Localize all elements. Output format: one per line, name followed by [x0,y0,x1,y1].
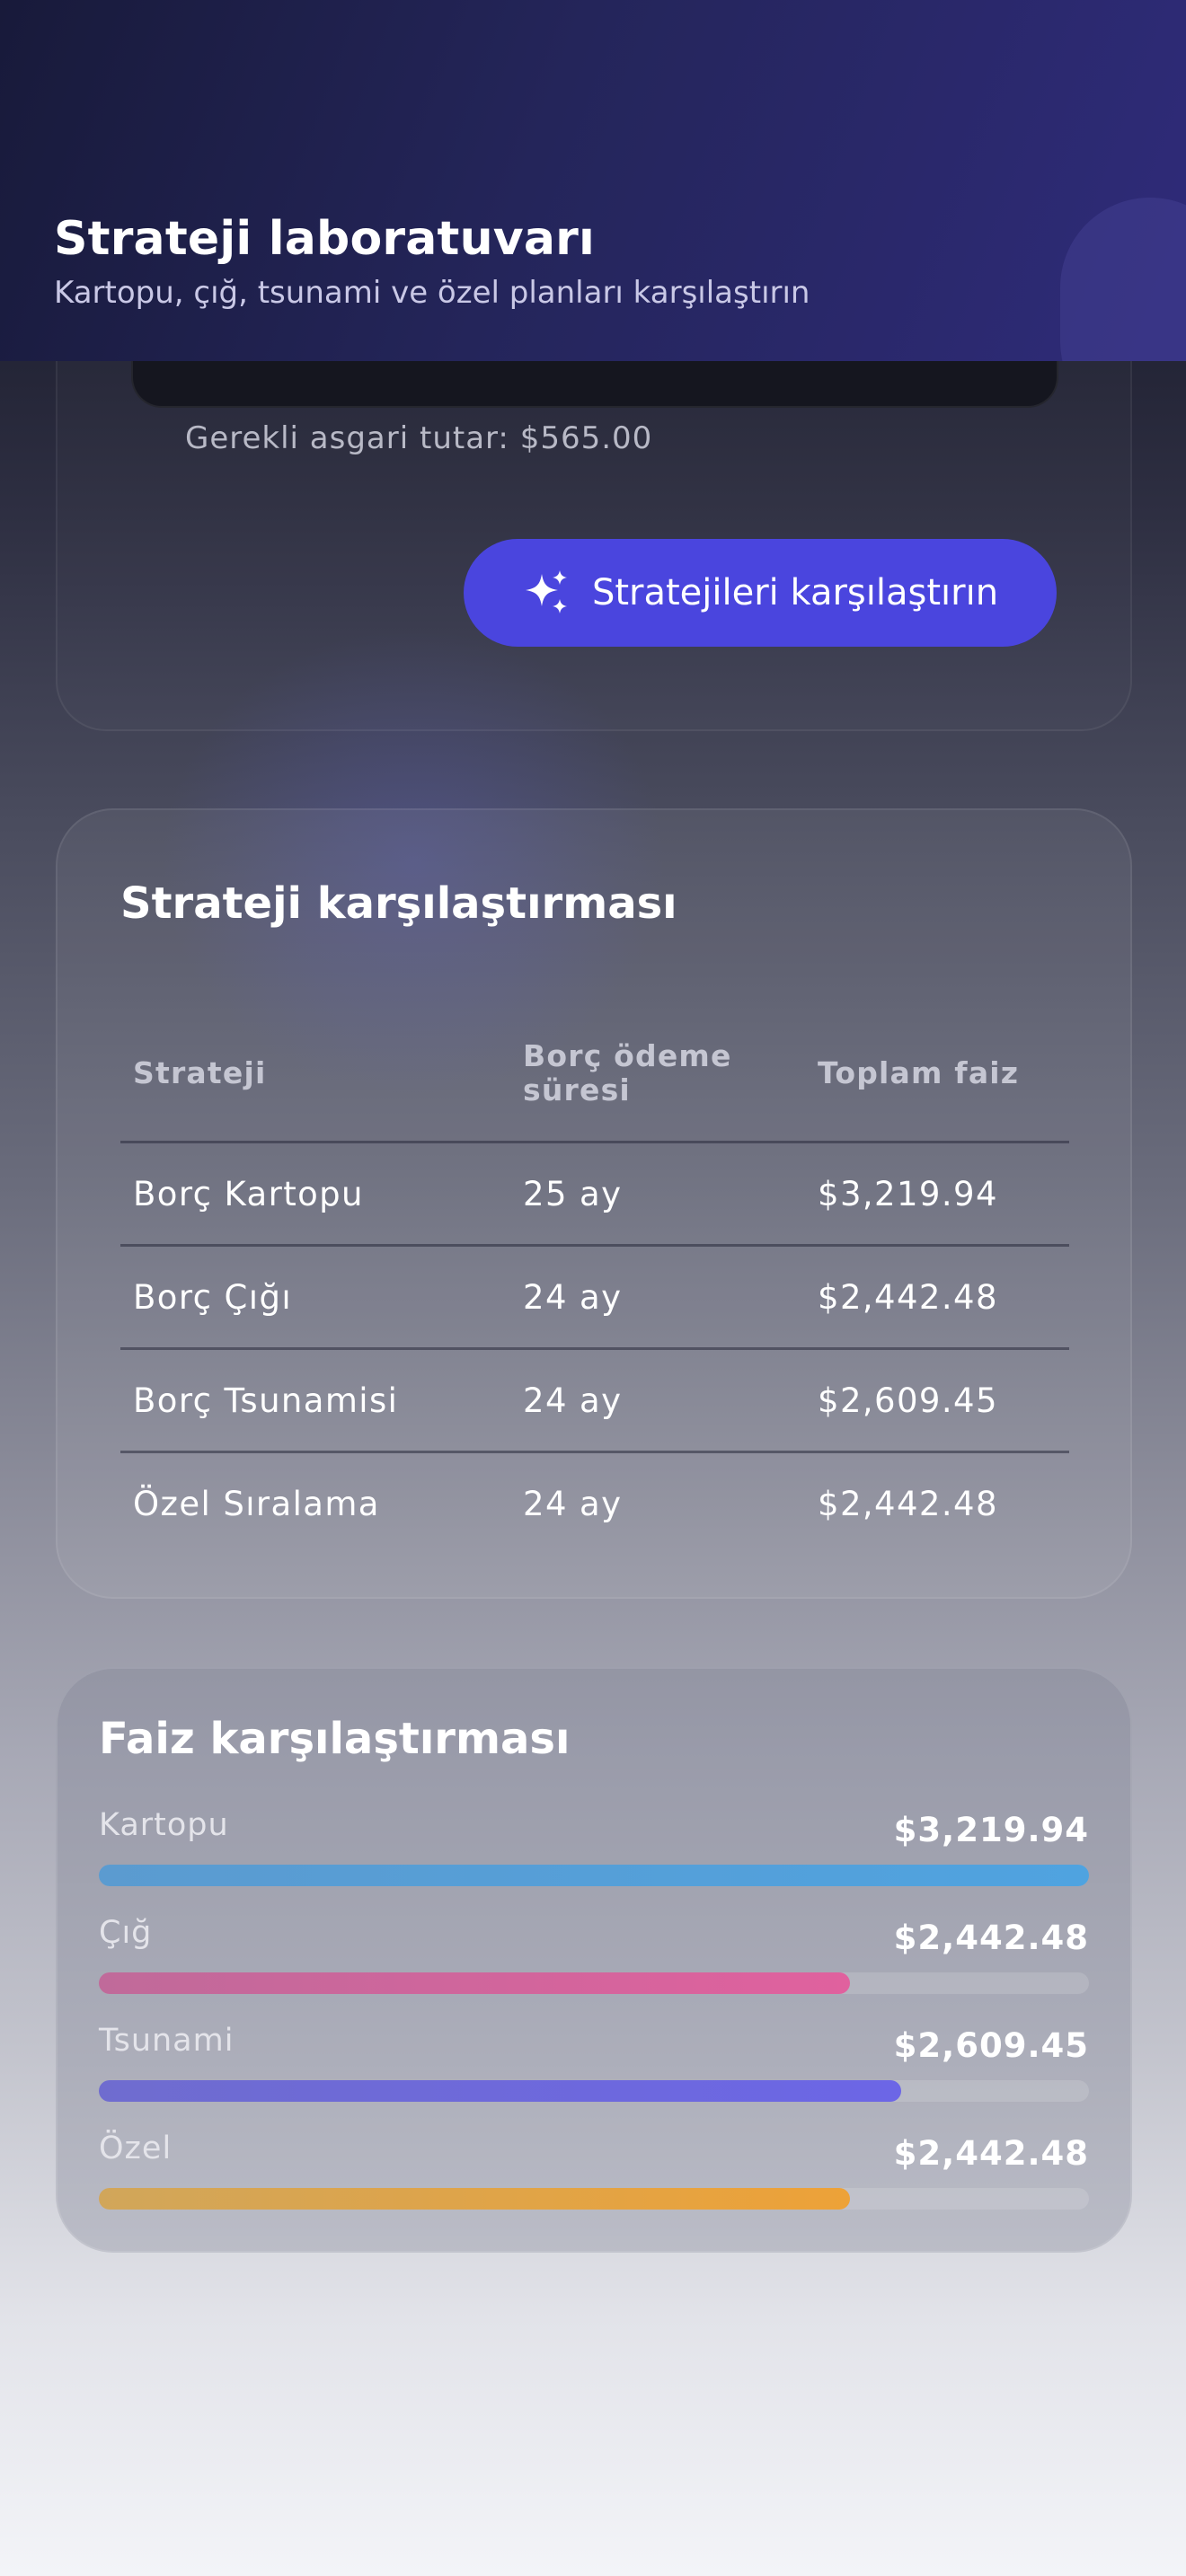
interest-bar-amount: $2,442.48 [893,1919,1089,1957]
interest-bar-row-avalanche: Çığ $2,442.48 [99,1915,1089,2005]
interest-bar-track [99,1865,1089,1886]
column-header-strategy: Strateji [120,1006,510,1143]
strategy-name-cell: Borç Kartopu [120,1142,510,1247]
interest-bar-label: Kartopu [99,1807,229,1843]
interest-bar-track [99,1972,1089,1994]
strategy-comparison-card: Strateji karşılaştırması Strateji Borç ö… [56,808,1132,1599]
payoff-time-cell: 25 ay [510,1142,805,1247]
interest-bar-label: Özel [99,2130,173,2166]
strategy-name-cell: Borç Çığı [120,1245,510,1350]
interest-comparison-title: Faiz karşılaştırması [99,1714,571,1764]
total-interest-cell: $2,609.45 [805,1348,1069,1453]
total-interest-cell: $3,219.94 [805,1142,1069,1247]
table-header-row: Strateji Borç ödeme süresi Toplam faiz [120,1006,1069,1143]
page-title: Strateji laboratuvarı [54,212,596,266]
app-header: Strateji laboratuvarı Kartopu, çığ, tsun… [0,0,1186,361]
total-interest-cell: $2,442.48 [805,1245,1069,1350]
interest-bar-fill [99,2188,850,2210]
column-header-total-interest: Toplam faiz [805,1006,1069,1143]
strategy-name-cell: Özel Sıralama [133,1484,380,1523]
payoff-time-cell: 24 ay [510,1245,805,1350]
column-header-payoff-time: Borç ödeme süresi [510,1006,805,1143]
interest-bar-row-snowball: Kartopu $3,219.94 [99,1807,1089,1897]
strategy-comparison-title: Strateji karşılaştırması [120,878,677,929]
strategy-comparison-table: Strateji Borç ödeme süresi Toplam faiz B… [120,1006,1069,1554]
table-row: Borç Kartopu 25 ay $3,219.94 [120,1142,1069,1247]
interest-bar-fill [99,1972,850,1994]
minimum-payment-text: Gerekli asgari tutar: $565.00 [185,420,653,456]
interest-bar-amount: $3,219.94 [893,1811,1089,1849]
total-interest-cell: $2,442.48 [818,1484,998,1523]
sparkles-icon [525,570,567,613]
interest-bar-fill [99,1865,1089,1886]
compare-strategies-button[interactable]: Stratejileri karşılaştırın [464,539,1057,647]
interest-bar-row-custom: Özel $2,442.48 [99,2130,1089,2220]
interest-bar-amount: $2,609.45 [893,2026,1089,2065]
table-row: Özel Sıralama 24 ay $2,442.48 [120,1452,1069,1555]
interest-bar-track [99,2080,1089,2102]
interest-bar-track [99,2188,1089,2210]
page-subtitle: Kartopu, çığ, tsunami ve özel planları k… [54,275,810,311]
payoff-time-cell: 24 ay [523,1484,623,1523]
interest-comparison-card: Faiz karşılaştırması Kartopu $3,219.94 Ç… [56,1667,1132,2253]
table-row: Borç Tsunamisi 24 ay $2,609.45 [120,1348,1069,1453]
strategy-name-cell: Borç Tsunamisi [120,1348,510,1453]
table-row: Borç Çığı 24 ay $2,442.48 [120,1245,1069,1350]
header-decoration [1060,198,1186,361]
compare-button-label: Stratejileri karşılaştırın [591,572,999,613]
interest-bar-row-tsunami: Tsunami $2,609.45 [99,2023,1089,2113]
interest-bar-fill [99,2080,902,2102]
payoff-time-cell: 24 ay [510,1348,805,1453]
interest-bar-label: Çığ [99,1915,153,1951]
interest-bar-amount: $2,442.48 [893,2134,1089,2173]
interest-bar-label: Tsunami [99,2023,235,2059]
